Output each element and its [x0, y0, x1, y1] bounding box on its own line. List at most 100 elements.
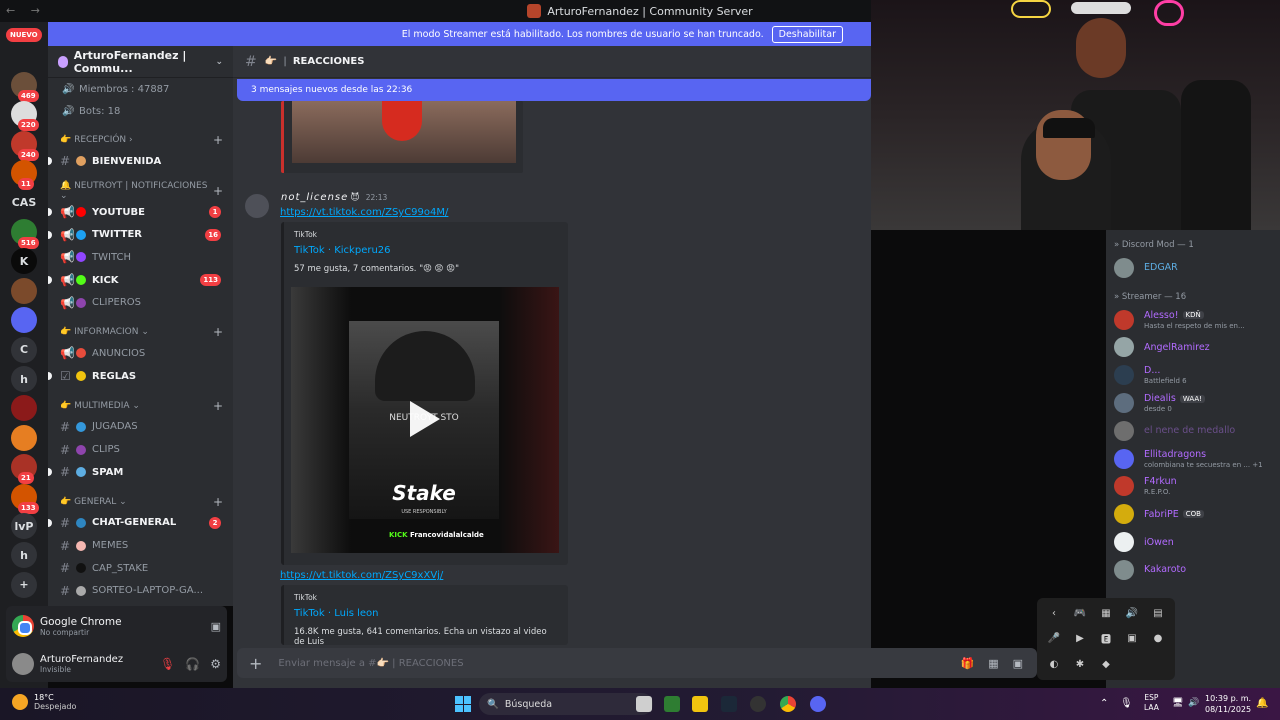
- tray-icon[interactable]: ◐: [1043, 655, 1065, 674]
- member-item[interactable]: Kakaroto: [1106, 556, 1280, 584]
- channel-item[interactable]: # SORTEO-LAPTOP-GA...: [48, 580, 233, 603]
- channel-item[interactable]: 📢 YOUTUBE 1: [48, 201, 233, 224]
- headphones-muted-icon[interactable]: 🎧: [185, 657, 200, 671]
- message-author[interactable]: not_license: [281, 192, 348, 203]
- tray-icon[interactable]: 🔊: [1121, 604, 1143, 623]
- channel-item[interactable]: 📢 TWITTER 16: [48, 223, 233, 246]
- channel-name: KICK: [92, 274, 119, 286]
- server-header[interactable]: ArturoFernandez | Commu... ⌄: [48, 46, 233, 78]
- add-channel-icon[interactable]: +: [213, 399, 223, 413]
- member-item[interactable]: el nene de medallo: [1106, 417, 1280, 445]
- channel-item[interactable]: # CLIPS: [48, 438, 233, 461]
- play-icon[interactable]: [410, 401, 440, 437]
- task-view-icon[interactable]: [636, 696, 652, 712]
- member-item[interactable]: EDGAR: [1106, 254, 1280, 282]
- channel-category[interactable]: 👉 GENERAL ⌄ +: [48, 492, 233, 512]
- channel-item[interactable]: # BIENVENIDA: [48, 150, 233, 173]
- notification-bell-icon[interactable]: 🔔: [1256, 698, 1268, 710]
- mic-icon[interactable]: 🎙: [1120, 698, 1133, 710]
- member-item[interactable]: Alesso! KDÑ Hasta el respeto de mis en...: [1106, 306, 1280, 334]
- screen-share-icon[interactable]: ▣: [211, 620, 221, 633]
- tray-icon[interactable]: ✱: [1069, 655, 1091, 674]
- member-item[interactable]: iOwen: [1106, 528, 1280, 556]
- tray-icon[interactable]: ‹: [1043, 604, 1065, 623]
- channel-item[interactable]: # JUGADAS: [48, 416, 233, 439]
- server-icon[interactable]: [11, 277, 37, 304]
- chrome-icon[interactable]: [780, 696, 796, 712]
- previous-image-embed[interactable]: [281, 101, 523, 173]
- steam-icon[interactable]: [721, 696, 737, 712]
- disable-streamer-button[interactable]: Deshabilitar: [771, 25, 843, 43]
- tray-icon[interactable]: ▣: [1121, 627, 1143, 650]
- channel-item[interactable]: # CAP_STAKE: [48, 557, 233, 580]
- member-item[interactable]: D... Battlefield 6: [1106, 361, 1280, 389]
- app-icon[interactable]: [750, 696, 766, 712]
- new-messages-bar[interactable]: 3 mensajes nuevos desde las 22:36: [237, 79, 871, 101]
- sticker-icon[interactable]: ▣: [1013, 657, 1023, 670]
- message-composer[interactable]: + Enviar mensaje a #👉🏻 | REACCIONES 🎁 ▦ …: [237, 648, 1037, 678]
- minecraft-icon[interactable]: [664, 696, 680, 712]
- member-item[interactable]: AngelRamirez: [1106, 334, 1280, 362]
- channel-category[interactable]: 👉 MULTIMEDIA ⌄ +: [48, 396, 233, 416]
- server-icon[interactable]: [11, 424, 37, 451]
- add-channel-icon[interactable]: +: [213, 325, 223, 339]
- tray-icon[interactable]: ▦: [1095, 604, 1117, 623]
- tray-icon[interactable]: 🎤: [1043, 627, 1065, 650]
- new-badge[interactable]: NUEVO: [6, 28, 42, 42]
- server-icon[interactable]: +: [11, 571, 37, 598]
- member-item[interactable]: F4rkun R.E.P.O.: [1106, 473, 1280, 501]
- add-channel-icon[interactable]: +: [213, 495, 223, 509]
- channel-category[interactable]: 🔔 NEUTROYT | NOTIFICACIONES ⌄ +: [48, 181, 233, 201]
- tray-icon[interactable]: ▤: [1147, 604, 1169, 623]
- add-attachment-icon[interactable]: +: [249, 654, 262, 673]
- tray-icon[interactable]: ●: [1147, 627, 1169, 650]
- channel-item[interactable]: # CHAT-GENERAL 2: [48, 512, 233, 535]
- mic-muted-icon[interactable]: 🎙: [160, 657, 175, 671]
- gif-icon[interactable]: ▦: [988, 657, 998, 670]
- message-link-1[interactable]: https://vt.tiktok.com/ZSyC99o4M/: [280, 207, 448, 218]
- channel-item[interactable]: # MEMES: [48, 534, 233, 557]
- channel-item[interactable]: 📢 ANUNCIOS: [48, 342, 233, 365]
- windows-start-icon[interactable]: [455, 696, 471, 712]
- member-item[interactable]: FabriPE COB: [1106, 500, 1280, 528]
- server-icon[interactable]: C: [11, 336, 37, 363]
- tray-icon[interactable]: ◆: [1095, 655, 1117, 674]
- taskbar-search[interactable]: 🔍 Búsqueda: [479, 693, 653, 715]
- channel-item[interactable]: ☑ REGLAS: [48, 365, 233, 388]
- server-icon[interactable]: [11, 307, 37, 334]
- user-name: ArturoFernandez: [40, 654, 124, 665]
- channel-category[interactable]: 👉 INFORMACION ⌄ +: [48, 322, 233, 342]
- avatar[interactable]: [245, 194, 269, 218]
- add-channel-icon[interactable]: +: [213, 184, 223, 198]
- file-explorer-icon[interactable]: [692, 696, 708, 712]
- language-indicator[interactable]: ESP LAA: [1144, 693, 1159, 713]
- tray-icon[interactable]: 🎮: [1069, 604, 1091, 623]
- member-item[interactable]: Diealis WAA! desde 0: [1106, 389, 1280, 417]
- clock[interactable]: 10:39 p. m. 08/11/2025: [1205, 693, 1251, 715]
- channel-item[interactable]: 📢 TWITCH: [48, 246, 233, 269]
- network-icon[interactable]: 🖥: [1172, 698, 1184, 710]
- server-icon[interactable]: lvP: [11, 513, 37, 539]
- tray-icon[interactable]: 🅴: [1095, 627, 1117, 650]
- channel-item[interactable]: # SPAM: [48, 461, 233, 484]
- embed-title[interactable]: TikTok · Luis leon: [294, 608, 558, 619]
- embed-title[interactable]: TikTok · Kickperu26: [294, 245, 558, 256]
- weather-widget[interactable]: 18°C Despejado: [12, 693, 76, 711]
- window-nav-arrows[interactable]: ← →: [6, 4, 46, 17]
- server-icon[interactable]: CAS: [11, 189, 37, 216]
- discord-icon[interactable]: [810, 696, 826, 712]
- channel-item[interactable]: 📢 CLIPEROS: [48, 291, 233, 314]
- channel-category[interactable]: 👉 RECEPCIÓN › +: [48, 130, 233, 150]
- add-channel-icon[interactable]: +: [213, 133, 223, 147]
- gear-icon[interactable]: ⚙: [210, 657, 221, 671]
- channel-item[interactable]: 📢 KICK 113: [48, 269, 233, 292]
- server-icon[interactable]: h: [11, 366, 37, 392]
- gift-icon[interactable]: 🎁: [960, 657, 974, 670]
- avatar[interactable]: [12, 653, 34, 675]
- member-item[interactable]: Ellitadragons colombiana te secuestra en …: [1106, 445, 1280, 473]
- tray-icon[interactable]: ▶: [1069, 627, 1091, 650]
- video-thumbnail[interactable]: NEUTROYT STO Stake USE RESPONSIBLY KICK …: [291, 287, 559, 553]
- chevron-up-icon[interactable]: ⌃: [1100, 698, 1112, 710]
- volume-icon[interactable]: 🔊: [1188, 698, 1200, 710]
- message-link-2[interactable]: https://vt.tiktok.com/ZSyC9xXVj/: [280, 570, 443, 581]
